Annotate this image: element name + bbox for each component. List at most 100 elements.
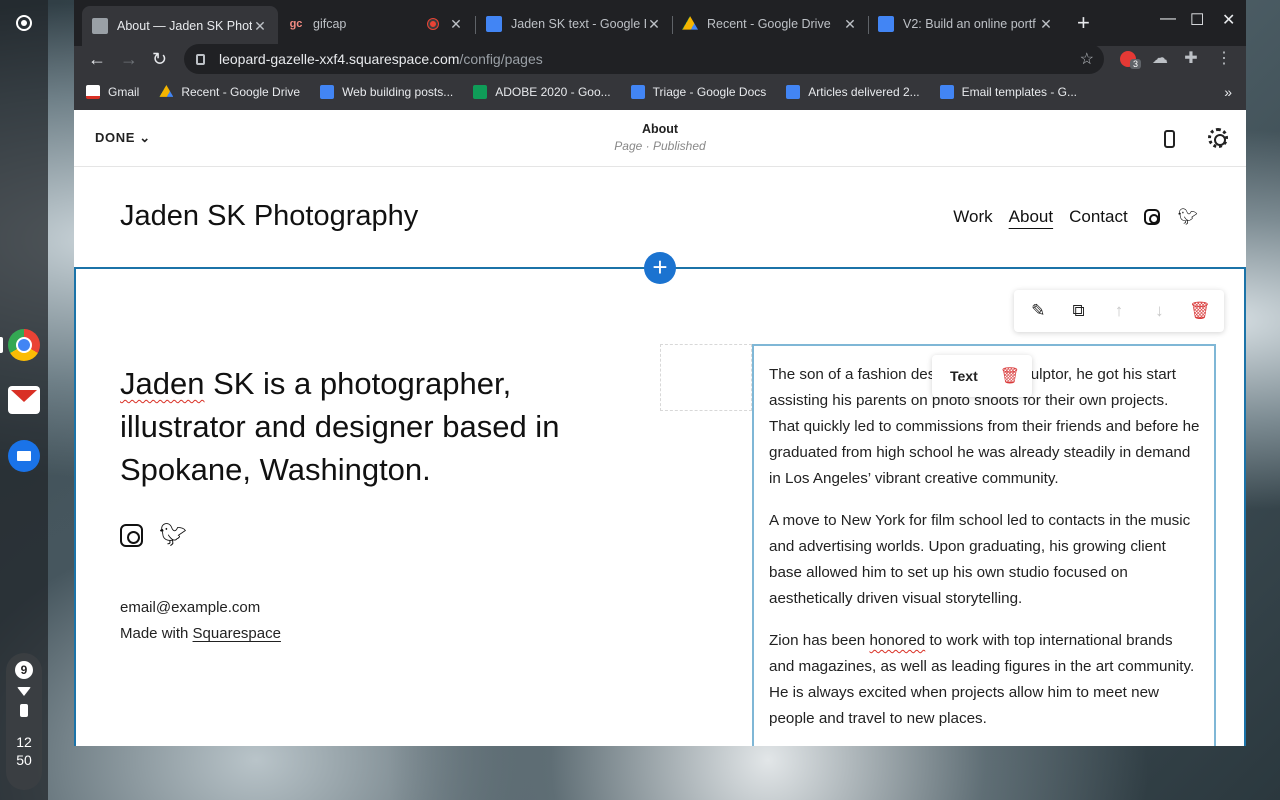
nav-about[interactable]: About <box>1009 207 1053 227</box>
move-up-icon[interactable]: ↑ <box>1107 299 1131 323</box>
back-icon[interactable]: ← <box>88 46 106 72</box>
close-tab-icon[interactable]: ✕ <box>1038 16 1054 33</box>
extension-badge: 3 <box>1130 59 1142 69</box>
page-status: Page · Published <box>614 139 706 153</box>
bookmark-web-posts[interactable]: Web building posts... <box>320 85 453 99</box>
bookmark-drive[interactable]: Recent - Google Drive <box>159 85 300 99</box>
docs-favicon-icon <box>878 16 894 32</box>
doc-icon <box>939 85 954 99</box>
about-headline[interactable]: Jaden SK is a photographer, illustrator … <box>120 362 640 491</box>
puzzle-icon[interactable]: ✚ <box>1180 48 1202 70</box>
drive-icon <box>159 85 174 97</box>
new-tab-icon[interactable]: + <box>1077 12 1090 34</box>
close-tab-icon[interactable]: ✕ <box>646 16 662 33</box>
edit-pencil-icon[interactable]: ✎ <box>1026 299 1050 323</box>
close-tab-icon[interactable]: ✕ <box>448 16 464 33</box>
extension-cloud-icon[interactable]: ☁ <box>1149 48 1171 70</box>
close-tab-icon[interactable]: ✕ <box>252 18 268 35</box>
clock-hour: 12 <box>16 734 32 750</box>
contact-block: email@example.com Made with Squarespace <box>120 595 281 647</box>
doc-icon <box>320 85 335 99</box>
instagram-icon[interactable] <box>120 523 143 547</box>
browser-window: About — Jaden SK Photo ✕ gc gifcap ✕ Jad… <box>74 0 1246 746</box>
running-indicator <box>0 337 3 353</box>
add-section-button[interactable]: + <box>644 252 676 284</box>
delete-block-icon[interactable]: 🗑︎ <box>1000 366 1020 386</box>
chrome-app-icon[interactable] <box>8 329 40 361</box>
site-title[interactable]: Jaden SK Photography <box>120 200 418 233</box>
drive-favicon-icon <box>682 16 698 30</box>
address-bar[interactable]: leopard-gazelle-xxf4.squarespace.com/con… <box>184 44 1104 74</box>
gmail-app-icon[interactable] <box>8 386 40 414</box>
mobile-preview-icon[interactable] <box>1164 130 1175 148</box>
delete-section-icon[interactable]: 🗑︎ <box>1188 299 1212 323</box>
bookmark-email-templates[interactable]: Email templates - G... <box>939 85 1077 99</box>
maximize-icon[interactable]: ☐ <box>1190 10 1204 30</box>
os-shelf: 9 12 50 <box>0 0 48 800</box>
wifi-icon <box>17 687 31 696</box>
bookmarks-overflow-icon[interactable]: » <box>1224 84 1232 100</box>
bookmarks-bar: Gmail Recent - Google Drive Web building… <box>74 74 1246 110</box>
nav-work[interactable]: Work <box>953 207 992 227</box>
email-text: email@example.com <box>120 599 261 616</box>
move-down-icon[interactable]: ↓ <box>1147 299 1171 323</box>
squarespace-link[interactable]: Squarespace <box>193 625 281 642</box>
doc-icon <box>786 85 801 99</box>
tab-jaden-text[interactable]: Jaden SK text - Google D ✕ <box>476 8 672 40</box>
reload-icon[interactable]: ↻ <box>152 46 167 72</box>
bookmark-gmail[interactable]: Gmail <box>86 85 139 99</box>
minimize-icon[interactable]: — <box>1160 10 1176 28</box>
made-with-prefix: Made with <box>120 625 193 642</box>
bookmark-triage[interactable]: Triage - Google Docs <box>630 85 766 99</box>
squarespace-favicon-icon <box>92 18 108 34</box>
bookmark-label: Web building posts... <box>342 85 454 99</box>
bookmark-label: Articles delivered 2... <box>808 85 920 99</box>
tab-title: Jaden SK text - Google D <box>511 17 646 31</box>
clock-minute: 50 <box>16 752 32 768</box>
twitter-icon[interactable]: 🐦︎ <box>159 522 187 548</box>
url-path: /config/pages <box>459 51 543 67</box>
duplicate-icon[interactable]: ⧉ <box>1067 299 1091 323</box>
text-block-chip: Text 🗑︎ <box>932 355 1032 397</box>
p3-misspelled-word: honored <box>869 632 926 649</box>
gmail-icon <box>86 85 100 99</box>
recording-icon <box>428 19 438 29</box>
tab-strip: About — Jaden SK Photo ✕ gc gifcap ✕ Jad… <box>74 0 1246 46</box>
bookmark-adobe[interactable]: ADOBE 2020 - Goo... <box>473 85 611 99</box>
forward-icon[interactable]: → <box>120 46 138 72</box>
bookmark-articles[interactable]: Articles delivered 2... <box>786 85 920 99</box>
close-window-icon[interactable]: ✕ <box>1222 10 1235 30</box>
launcher-button[interactable] <box>8 7 40 39</box>
site-nav: Work About Contact 🐦︎ <box>937 207 1198 227</box>
tab-title: gifcap <box>313 17 347 31</box>
text-block[interactable]: The son of a fashion designer and a scul… <box>752 344 1216 746</box>
notification-count: 9 <box>15 661 33 679</box>
status-tray[interactable]: 9 12 50 <box>6 653 42 790</box>
close-tab-icon[interactable]: ✕ <box>842 16 858 33</box>
editor-bar: DONE ⌄ About Page · Published <box>74 110 1246 167</box>
doc-icon <box>630 85 645 99</box>
tab-google-drive[interactable]: Recent - Google Drive ✕ <box>672 8 868 40</box>
more-menu-icon[interactable]: ⋮ <box>1213 48 1235 70</box>
page-title: About <box>641 122 679 136</box>
bookmark-label: ADOBE 2020 - Goo... <box>495 85 611 99</box>
bio-paragraph-3: Zion has been honored to work with top i… <box>769 628 1200 732</box>
tab-about[interactable]: About — Jaden SK Photo ✕ <box>82 6 278 46</box>
text-block-label[interactable]: Text <box>950 368 978 384</box>
url-host: leopard-gazelle-xxf4.squarespace.com <box>219 51 460 67</box>
clock: 12 50 <box>6 733 42 769</box>
tab-portfolio-doc[interactable]: V2: Build an online portf ✕ <box>868 8 1064 40</box>
bookmark-star-icon[interactable]: ☆ <box>1080 49 1094 69</box>
gifcap-favicon-icon: gc <box>289 18 303 30</box>
docs-favicon-icon <box>486 16 502 32</box>
gear-icon[interactable] <box>1208 128 1228 148</box>
instagram-icon[interactable] <box>1143 209 1160 225</box>
tab-gifcap[interactable]: gc gifcap ✕ <box>278 8 474 40</box>
tab-title: Recent - Google Drive <box>707 17 831 31</box>
twitter-icon[interactable]: 🐦︎ <box>1178 207 1198 227</box>
bookmark-label: Recent - Google Drive <box>181 85 301 99</box>
block-toolbar: ✎ ⧉ ↑ ↓ 🗑︎ <box>1014 290 1224 332</box>
files-app-icon[interactable] <box>8 440 40 472</box>
bio-paragraph-2: A move to New York for film school led t… <box>769 512 1191 607</box>
nav-contact[interactable]: Contact <box>1069 207 1128 227</box>
